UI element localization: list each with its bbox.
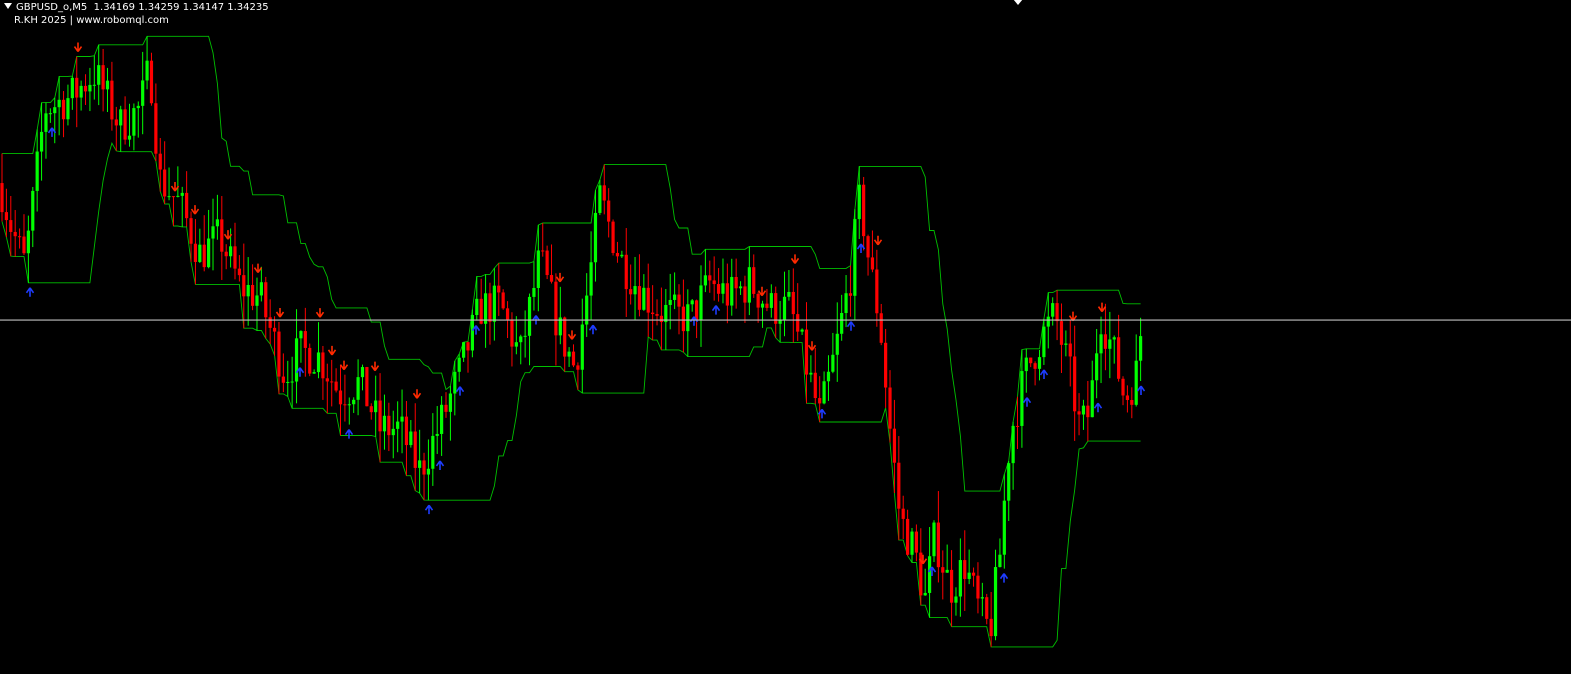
candle bbox=[308, 343, 312, 377]
price-chart[interactable] bbox=[0, 0, 1571, 674]
candle bbox=[545, 245, 549, 280]
candle bbox=[365, 366, 369, 407]
symbol-label: GBPUSD_o,M5 bbox=[16, 2, 88, 13]
candle bbox=[470, 309, 474, 358]
indicator-credit: R.KH 2025 | www.robomql.com bbox=[14, 15, 169, 26]
candle bbox=[611, 219, 615, 256]
chart-header: GBPUSD_o,M5 1.34169 1.34259 1.34147 1.34… bbox=[4, 2, 269, 14]
collapse-arrow-icon[interactable] bbox=[4, 3, 12, 9]
ohlc-values: 1.34169 1.34259 1.34147 1.34235 bbox=[93, 2, 269, 13]
chart-shift-marker-icon[interactable] bbox=[1013, 0, 1023, 5]
candle bbox=[932, 520, 936, 563]
